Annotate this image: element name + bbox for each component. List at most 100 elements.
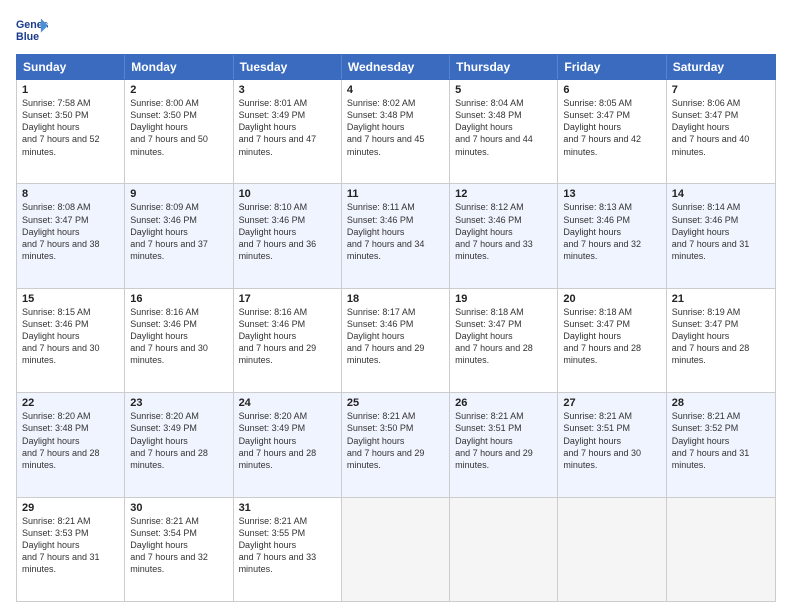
table-row: 8Sunrise: 8:08 AMSunset: 3:47 PMDaylight… bbox=[17, 184, 125, 287]
table-row: 22Sunrise: 8:20 AMSunset: 3:48 PMDayligh… bbox=[17, 393, 125, 496]
cell-info: Sunrise: 8:10 AMSunset: 3:46 PMDaylight … bbox=[239, 201, 336, 262]
cell-info: Sunrise: 8:17 AMSunset: 3:46 PMDaylight … bbox=[347, 306, 444, 367]
table-row bbox=[450, 498, 558, 601]
day-number: 19 bbox=[455, 293, 552, 305]
day-number: 22 bbox=[22, 397, 119, 409]
cell-info: Sunrise: 8:04 AMSunset: 3:48 PMDaylight … bbox=[455, 97, 552, 158]
day-number: 6 bbox=[563, 84, 660, 96]
table-row: 17Sunrise: 8:16 AMSunset: 3:46 PMDayligh… bbox=[234, 289, 342, 392]
day-number: 28 bbox=[672, 397, 770, 409]
day-number: 18 bbox=[347, 293, 444, 305]
day-number: 31 bbox=[239, 502, 336, 514]
day-number: 4 bbox=[347, 84, 444, 96]
table-row: 19Sunrise: 8:18 AMSunset: 3:47 PMDayligh… bbox=[450, 289, 558, 392]
calendar-row-4: 22Sunrise: 8:20 AMSunset: 3:48 PMDayligh… bbox=[17, 393, 775, 497]
day-number: 11 bbox=[347, 188, 444, 200]
table-row: 25Sunrise: 8:21 AMSunset: 3:50 PMDayligh… bbox=[342, 393, 450, 496]
day-number: 17 bbox=[239, 293, 336, 305]
day-number: 25 bbox=[347, 397, 444, 409]
table-row: 31Sunrise: 8:21 AMSunset: 3:55 PMDayligh… bbox=[234, 498, 342, 601]
cell-info: Sunrise: 8:09 AMSunset: 3:46 PMDaylight … bbox=[130, 201, 227, 262]
table-row: 20Sunrise: 8:18 AMSunset: 3:47 PMDayligh… bbox=[558, 289, 666, 392]
cell-info: Sunrise: 8:13 AMSunset: 3:46 PMDaylight … bbox=[563, 201, 660, 262]
cell-info: Sunrise: 8:21 AMSunset: 3:53 PMDaylight … bbox=[22, 515, 119, 576]
cell-info: Sunrise: 8:16 AMSunset: 3:46 PMDaylight … bbox=[130, 306, 227, 367]
table-row bbox=[667, 498, 775, 601]
calendar-row-5: 29Sunrise: 8:21 AMSunset: 3:53 PMDayligh… bbox=[17, 498, 775, 601]
table-row: 27Sunrise: 8:21 AMSunset: 3:51 PMDayligh… bbox=[558, 393, 666, 496]
day-number: 13 bbox=[563, 188, 660, 200]
calendar-row-1: 1Sunrise: 7:58 AMSunset: 3:50 PMDaylight… bbox=[17, 80, 775, 184]
table-row: 9Sunrise: 8:09 AMSunset: 3:46 PMDaylight… bbox=[125, 184, 233, 287]
cell-info: Sunrise: 8:18 AMSunset: 3:47 PMDaylight … bbox=[455, 306, 552, 367]
table-row: 3Sunrise: 8:01 AMSunset: 3:49 PMDaylight… bbox=[234, 80, 342, 183]
day-number: 24 bbox=[239, 397, 336, 409]
general-blue-icon: General Blue bbox=[16, 16, 48, 44]
table-row: 12Sunrise: 8:12 AMSunset: 3:46 PMDayligh… bbox=[450, 184, 558, 287]
table-row: 23Sunrise: 8:20 AMSunset: 3:49 PMDayligh… bbox=[125, 393, 233, 496]
day-number: 7 bbox=[672, 84, 770, 96]
day-number: 26 bbox=[455, 397, 552, 409]
table-row bbox=[558, 498, 666, 601]
cal-header-thursday: Thursday bbox=[450, 55, 558, 79]
day-number: 12 bbox=[455, 188, 552, 200]
cal-header-monday: Monday bbox=[125, 55, 233, 79]
table-row: 11Sunrise: 8:11 AMSunset: 3:46 PMDayligh… bbox=[342, 184, 450, 287]
calendar-header: SundayMondayTuesdayWednesdayThursdayFrid… bbox=[16, 54, 776, 80]
day-number: 2 bbox=[130, 84, 227, 96]
cell-info: Sunrise: 8:21 AMSunset: 3:52 PMDaylight … bbox=[672, 410, 770, 471]
calendar-row-3: 15Sunrise: 8:15 AMSunset: 3:46 PMDayligh… bbox=[17, 289, 775, 393]
table-row: 16Sunrise: 8:16 AMSunset: 3:46 PMDayligh… bbox=[125, 289, 233, 392]
table-row: 18Sunrise: 8:17 AMSunset: 3:46 PMDayligh… bbox=[342, 289, 450, 392]
table-row: 14Sunrise: 8:14 AMSunset: 3:46 PMDayligh… bbox=[667, 184, 775, 287]
cell-info: Sunrise: 8:00 AMSunset: 3:50 PMDaylight … bbox=[130, 97, 227, 158]
cell-info: Sunrise: 8:18 AMSunset: 3:47 PMDaylight … bbox=[563, 306, 660, 367]
page: General Blue SundayMondayTuesdayWednesda… bbox=[0, 0, 792, 612]
table-row: 7Sunrise: 8:06 AMSunset: 3:47 PMDaylight… bbox=[667, 80, 775, 183]
cell-info: Sunrise: 8:21 AMSunset: 3:50 PMDaylight … bbox=[347, 410, 444, 471]
cal-header-saturday: Saturday bbox=[667, 55, 775, 79]
table-row: 29Sunrise: 8:21 AMSunset: 3:53 PMDayligh… bbox=[17, 498, 125, 601]
day-number: 15 bbox=[22, 293, 119, 305]
day-number: 23 bbox=[130, 397, 227, 409]
table-row bbox=[342, 498, 450, 601]
table-row: 4Sunrise: 8:02 AMSunset: 3:48 PMDaylight… bbox=[342, 80, 450, 183]
cell-info: Sunrise: 8:20 AMSunset: 3:49 PMDaylight … bbox=[239, 410, 336, 471]
day-number: 30 bbox=[130, 502, 227, 514]
cal-header-sunday: Sunday bbox=[17, 55, 125, 79]
header: General Blue bbox=[16, 16, 776, 44]
table-row: 5Sunrise: 8:04 AMSunset: 3:48 PMDaylight… bbox=[450, 80, 558, 183]
cell-info: Sunrise: 8:21 AMSunset: 3:51 PMDaylight … bbox=[563, 410, 660, 471]
table-row: 26Sunrise: 8:21 AMSunset: 3:51 PMDayligh… bbox=[450, 393, 558, 496]
day-number: 27 bbox=[563, 397, 660, 409]
cal-header-wednesday: Wednesday bbox=[342, 55, 450, 79]
table-row: 24Sunrise: 8:20 AMSunset: 3:49 PMDayligh… bbox=[234, 393, 342, 496]
cell-info: Sunrise: 8:14 AMSunset: 3:46 PMDaylight … bbox=[672, 201, 770, 262]
table-row: 30Sunrise: 8:21 AMSunset: 3:54 PMDayligh… bbox=[125, 498, 233, 601]
cell-info: Sunrise: 8:21 AMSunset: 3:51 PMDaylight … bbox=[455, 410, 552, 471]
cell-info: Sunrise: 8:21 AMSunset: 3:54 PMDaylight … bbox=[130, 515, 227, 576]
day-number: 14 bbox=[672, 188, 770, 200]
table-row: 13Sunrise: 8:13 AMSunset: 3:46 PMDayligh… bbox=[558, 184, 666, 287]
table-row: 10Sunrise: 8:10 AMSunset: 3:46 PMDayligh… bbox=[234, 184, 342, 287]
table-row: 15Sunrise: 8:15 AMSunset: 3:46 PMDayligh… bbox=[17, 289, 125, 392]
day-number: 3 bbox=[239, 84, 336, 96]
day-number: 20 bbox=[563, 293, 660, 305]
logo: General Blue bbox=[16, 16, 52, 44]
table-row: 2Sunrise: 8:00 AMSunset: 3:50 PMDaylight… bbox=[125, 80, 233, 183]
cell-info: Sunrise: 8:08 AMSunset: 3:47 PMDaylight … bbox=[22, 201, 119, 262]
day-number: 21 bbox=[672, 293, 770, 305]
cell-info: Sunrise: 7:58 AMSunset: 3:50 PMDaylight … bbox=[22, 97, 119, 158]
cell-info: Sunrise: 8:11 AMSunset: 3:46 PMDaylight … bbox=[347, 201, 444, 262]
day-number: 16 bbox=[130, 293, 227, 305]
svg-text:Blue: Blue bbox=[16, 31, 39, 43]
table-row: 21Sunrise: 8:19 AMSunset: 3:47 PMDayligh… bbox=[667, 289, 775, 392]
day-number: 8 bbox=[22, 188, 119, 200]
table-row: 6Sunrise: 8:05 AMSunset: 3:47 PMDaylight… bbox=[558, 80, 666, 183]
cell-info: Sunrise: 8:01 AMSunset: 3:49 PMDaylight … bbox=[239, 97, 336, 158]
calendar-body: 1Sunrise: 7:58 AMSunset: 3:50 PMDaylight… bbox=[16, 80, 776, 602]
cell-info: Sunrise: 8:05 AMSunset: 3:47 PMDaylight … bbox=[563, 97, 660, 158]
day-number: 29 bbox=[22, 502, 119, 514]
calendar: SundayMondayTuesdayWednesdayThursdayFrid… bbox=[16, 54, 776, 602]
cell-info: Sunrise: 8:12 AMSunset: 3:46 PMDaylight … bbox=[455, 201, 552, 262]
